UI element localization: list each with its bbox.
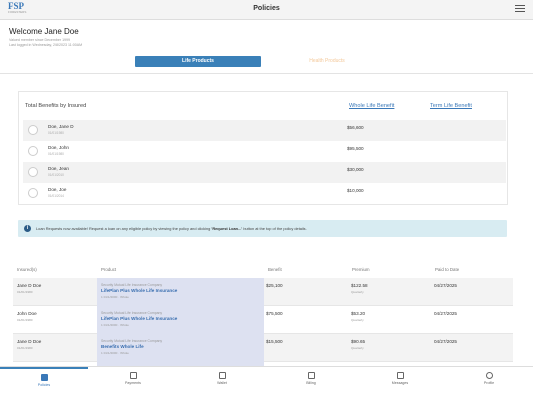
nav-messages[interactable]: Messages: [356, 367, 444, 401]
page-title: Policies: [253, 5, 280, 12]
insured-dob: 01/01/1980: [17, 290, 33, 294]
insured-name: Jane D Doe: [17, 283, 42, 288]
info-icon: i: [24, 225, 31, 232]
total-benefits-panel: Total Benefits by Insured Whole Life Ben…: [18, 91, 508, 205]
product-name[interactable]: LifePlan Plus Whole Life Insurance: [101, 316, 177, 321]
notice-text: Loan Requests now available! Request a l…: [36, 226, 307, 231]
product-company: Security Mutual Life Insurance Company: [101, 283, 163, 287]
nav-label: Wallet: [217, 381, 227, 385]
whole-life-value: $10,000: [347, 188, 364, 193]
divider: [0, 73, 533, 74]
nav-payments[interactable]: Payments: [89, 367, 177, 401]
column-header-premium: Premium: [352, 267, 370, 272]
whole-life-value: $95,500: [347, 146, 364, 151]
whole-life-value: $56,600: [347, 125, 364, 130]
last-login-text: Last logged in Wednesday, 2/8/2023 11:00…: [9, 43, 83, 47]
insured-name: John Doe: [17, 311, 37, 316]
product-name[interactable]: Benefits Whole Life: [101, 344, 144, 349]
nav-label: Billing: [306, 381, 316, 385]
product-meta: 1 01/1/2000 · Whole: [101, 295, 129, 299]
insured-row[interactable]: Doe, Jane D 01/01/1980 $56,600: [23, 120, 506, 141]
paid-to-date: 04/27/2025: [434, 311, 457, 316]
column-header-product: Product: [101, 267, 117, 272]
insured-dob: 01/01/1980: [17, 318, 33, 322]
product-company: Security Mutual Life Insurance Company: [101, 311, 163, 315]
radio-button[interactable]: [28, 125, 38, 135]
benefit-value: $15,500: [266, 339, 283, 344]
nav-billing[interactable]: Billing: [267, 367, 355, 401]
premium-value: $90.65: [351, 339, 366, 344]
profile-icon: [485, 372, 493, 379]
radio-button[interactable]: [28, 188, 38, 198]
product-name[interactable]: LifePlan Plus Whole Life Insurance: [101, 288, 177, 293]
policy-row[interactable]: John Doe 01/01/1980 Security Mutual Life…: [13, 306, 513, 334]
nav-label: Policies: [37, 383, 51, 387]
top-bar: FSP FORESTERS Policies: [0, 0, 533, 20]
nav-policies[interactable]: Policies: [0, 367, 88, 401]
radio-button[interactable]: [28, 146, 38, 156]
bottom-navigation: Policies Payments Wallet Billing Message…: [0, 366, 533, 400]
insured-name: Jane D Doe: [17, 339, 42, 344]
column-header-benefit: Benefit: [268, 267, 282, 272]
insured-name: Doe, John: [48, 145, 69, 150]
insured-name: Doe, Jane D: [48, 124, 74, 129]
insured-dob: 01/01/2010: [48, 173, 64, 177]
product-cell[interactable]: Security Mutual Life Insurance Company L…: [97, 306, 264, 334]
insured-row[interactable]: Doe, Joe 01/01/2014 $10,000: [23, 183, 506, 204]
mail-icon: [396, 372, 404, 379]
insured-row[interactable]: Doe, Jean 01/01/2010 $30,000: [23, 162, 506, 183]
insured-dob: 01/01/1980: [48, 152, 64, 156]
premium-frequency: Quarterly: [351, 346, 364, 350]
nav-label: Messages: [391, 381, 409, 385]
nav-wallet[interactable]: Wallet: [178, 367, 266, 401]
radio-button[interactable]: [28, 167, 38, 177]
insured-dob: 01/01/2014: [48, 194, 64, 198]
benefit-value: $75,500: [266, 311, 283, 316]
column-header-paid-to-date: Paid to Date: [435, 267, 460, 272]
product-meta: 1 01/1/2000 · Whole: [101, 351, 129, 355]
whole-life-benefit-header[interactable]: Whole Life Benefit: [349, 103, 394, 109]
premium-frequency: Quarterly: [351, 318, 364, 322]
insured-dob: 01/01/1980: [17, 346, 33, 350]
paid-to-date: 04/27/2025: [434, 283, 457, 288]
insured-name: Doe, Joe: [48, 187, 67, 192]
panel-title: Total Benefits by Insured: [25, 103, 87, 109]
insured-row[interactable]: Doe, John 01/01/1980 $95,500: [23, 141, 506, 162]
product-company: Security Mutual Life Insurance Company: [101, 339, 163, 343]
premium-value: $53.20: [351, 311, 366, 316]
whole-life-value: $30,000: [347, 167, 364, 172]
tab-health-products[interactable]: Health Products: [272, 56, 382, 67]
product-cell[interactable]: Security Mutual Life Insurance Company L…: [97, 278, 264, 306]
insured-name: Doe, Jean: [48, 166, 69, 171]
payment-icon: [129, 372, 137, 379]
insured-dob: 01/01/1980: [48, 131, 64, 135]
valued-member-text: Valued member since December 1999: [9, 38, 71, 42]
policy-row[interactable]: Jane D Doe 01/01/1980 Security Mutual Li…: [13, 334, 513, 362]
premium-frequency: Quarterly: [351, 290, 364, 294]
term-life-benefit-header[interactable]: Term Life Benefit: [430, 103, 472, 109]
nav-profile[interactable]: Profile: [445, 367, 533, 401]
calendar-icon: [307, 372, 315, 379]
nav-label: Profile: [483, 381, 495, 385]
wallet-icon: [218, 372, 226, 379]
premium-value: $122.58: [351, 283, 368, 288]
product-meta: 1 01/1/2000 · Whole: [101, 323, 129, 327]
benefit-value: $25,100: [266, 283, 283, 288]
welcome-heading: Welcome Jane Doe: [9, 27, 79, 36]
tab-life-products[interactable]: Life Products: [135, 56, 261, 67]
document-icon: [40, 374, 48, 381]
policy-row[interactable]: Jane D Doe 01/01/1980 Security Mutual Li…: [13, 278, 513, 306]
paid-to-date: 04/27/2025: [434, 339, 457, 344]
product-cell[interactable]: Security Mutual Life Insurance Company B…: [97, 334, 264, 362]
hamburger-menu-icon[interactable]: [515, 5, 525, 13]
column-header-insured: Insured(s): [17, 267, 37, 272]
loan-notice-banner: i Loan Requests now available! Request a…: [18, 220, 507, 237]
nav-label: Payments: [125, 381, 141, 385]
